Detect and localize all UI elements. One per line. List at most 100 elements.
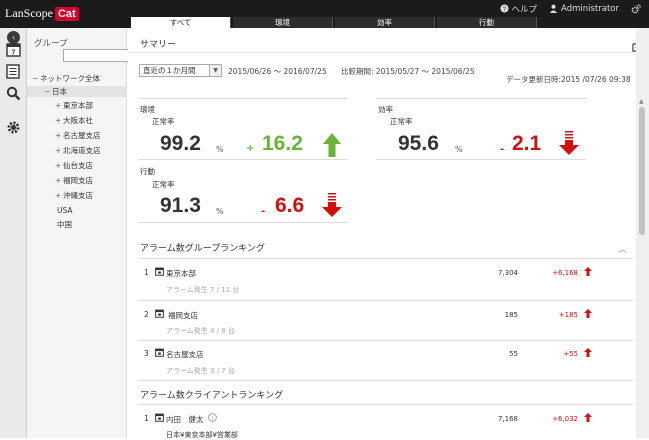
help-icon: ? <box>499 4 509 13</box>
tree-label: 東京本部 <box>63 101 93 110</box>
info-icon[interactable]: i <box>208 413 217 422</box>
svg-text:7: 7 <box>11 49 15 56</box>
tree-node-okinawa[interactable]: + 沖縄支店 <box>55 190 93 201</box>
eff-pct: % <box>455 145 463 154</box>
tree-toggle[interactable]: − <box>44 86 52 97</box>
divider <box>138 300 633 301</box>
tree-toggle[interactable]: + <box>55 190 63 201</box>
tree-label: 中国 <box>57 220 72 229</box>
divider <box>138 258 633 259</box>
user-name: Administrator <box>561 3 619 14</box>
arrow-up-icon <box>584 267 592 276</box>
divider <box>138 340 633 341</box>
tree-node-japan[interactable]: − 日本 <box>27 86 126 97</box>
eff-sign: - <box>500 144 505 155</box>
tree-label: 名古屋支店 <box>63 131 101 140</box>
tree-node-nagoya[interactable]: + 名古屋支店 <box>55 130 101 141</box>
logo-badge: Cat <box>54 6 79 21</box>
tab-action[interactable]: 行動 <box>437 17 537 28</box>
user-menu[interactable]: Administrator <box>549 4 619 14</box>
rank-number: 3 <box>144 349 149 358</box>
tree-toggle[interactable]: − <box>32 73 40 84</box>
help-link[interactable]: ? ヘルプ <box>499 3 538 15</box>
alarm-count: 185 <box>504 311 518 319</box>
eff-diff: 2.1 <box>512 132 542 155</box>
group-name[interactable]: 東京本部 <box>166 268 196 279</box>
settings-gear-icon[interactable] <box>4 118 22 136</box>
top-bar: LanScope Cat ? ヘルプ Administrator すべて 環境 … <box>0 0 649 28</box>
tree-node-usa[interactable]: USA <box>57 205 73 216</box>
left-nav: ‹ 7 <box>0 28 27 438</box>
tree-label: 福岡支店 <box>63 176 93 185</box>
group-name[interactable]: 福岡支店 <box>168 310 198 321</box>
group-icon <box>155 348 164 357</box>
logo-text: LanScope <box>5 6 53 20</box>
tree-node-fukuoka[interactable]: + 福岡支店 <box>55 175 93 186</box>
client-ranking-title: アラーム数クライアントランキング <box>140 391 284 401</box>
tree-toggle[interactable]: + <box>55 145 63 156</box>
tree-toggle[interactable]: + <box>55 160 63 171</box>
rank-number: 1 <box>144 268 149 277</box>
tree-toggle[interactable]: + <box>55 115 63 126</box>
period-text: 2015/06/26 ～ 2016/07/25 <box>228 67 327 76</box>
tree-node-sendai[interactable]: + 仙台支店 <box>55 160 93 171</box>
alarm-count: 7,168 <box>497 415 518 423</box>
vertical-scrollbar[interactable]: ▲ <box>636 28 649 438</box>
eff-value: 95.6 <box>398 132 439 155</box>
tab-environment[interactable]: 環境 <box>233 17 333 28</box>
svg-text:?: ? <box>502 6 506 13</box>
alarm-diff: +55 <box>563 350 578 358</box>
app-logo: LanScope Cat <box>5 5 79 22</box>
group-ranking-title: アラーム数グループランキング <box>140 244 265 254</box>
tab-efficiency[interactable]: 効率 <box>335 17 435 28</box>
alarm-diff: +6,168 <box>552 269 578 277</box>
tree-node-network[interactable]: − ネットワーク全体 <box>32 73 127 84</box>
collapse-icon[interactable]: ︿ <box>618 242 627 255</box>
tree-toggle[interactable]: + <box>55 130 63 141</box>
scrollbar-thumb[interactable] <box>639 107 645 235</box>
arrow-down-icon <box>322 193 342 217</box>
group-name[interactable]: 名古屋支店 <box>166 349 204 360</box>
rank-number: 2 <box>144 310 149 319</box>
tree-node-osaka[interactable]: + 大阪本社 <box>55 115 93 126</box>
arrow-up-icon <box>584 413 592 422</box>
tree-node-tokyo[interactable]: + 東京本部 <box>55 100 93 111</box>
search-icon[interactable] <box>4 84 22 102</box>
divider <box>138 380 633 381</box>
scroll-up-icon[interactable]: ▲ <box>639 98 644 105</box>
env-pct: % <box>216 145 224 154</box>
tree-node-hokkaido[interactable]: + 北海道支店 <box>55 145 101 156</box>
act-sign: - <box>261 206 266 217</box>
calendar-icon[interactable]: 7 <box>4 40 22 58</box>
report-list-icon[interactable] <box>4 62 22 80</box>
divider <box>138 222 348 223</box>
act-pct: % <box>216 207 224 216</box>
range-select[interactable]: 直近の１か月間 ▼ <box>139 64 222 77</box>
group-sidebar: グループ − ネットワーク全体 − 日本 + 東京本部 + 大阪本社 + 名古屋支店 + 北… <box>27 28 146 438</box>
arrow-up-icon <box>323 133 341 157</box>
alarm-sub: アラーム発生 3 / 7 台 <box>166 367 235 375</box>
divider <box>128 52 634 53</box>
alarm-count: 55 <box>509 350 518 358</box>
act-diff: 6.6 <box>275 194 305 217</box>
tree-node-china[interactable]: 中国 <box>57 219 72 230</box>
tree-label: 仙台支店 <box>63 161 93 170</box>
env-value: 99.2 <box>160 132 201 155</box>
act-sub: 正常率 <box>152 180 175 189</box>
env-diff: 16.2 <box>262 132 303 155</box>
tab-all[interactable]: すべて <box>131 17 231 28</box>
tree-toggle[interactable]: + <box>55 100 63 111</box>
settings-button[interactable] <box>631 3 644 14</box>
tree-label: 大阪本社 <box>63 116 93 125</box>
client-name[interactable]: 内田 健太 <box>166 414 204 425</box>
help-label: ヘルプ <box>511 4 538 15</box>
eff-heading: 効率 <box>378 105 393 114</box>
divider <box>138 98 348 99</box>
range-select-value: 直近の１か月間 <box>143 66 196 75</box>
updated-text: データ更新日時:2015 /07/26 09:38 <box>506 75 631 84</box>
divider <box>138 159 348 160</box>
tree-toggle[interactable]: + <box>55 175 63 186</box>
client-path: 日本¥東京本部¥営業部 <box>166 431 238 439</box>
user-icon <box>549 4 558 13</box>
compare-period-text: 比較期間: 2015/05/27 ～ 2015/06/25 <box>341 67 475 76</box>
